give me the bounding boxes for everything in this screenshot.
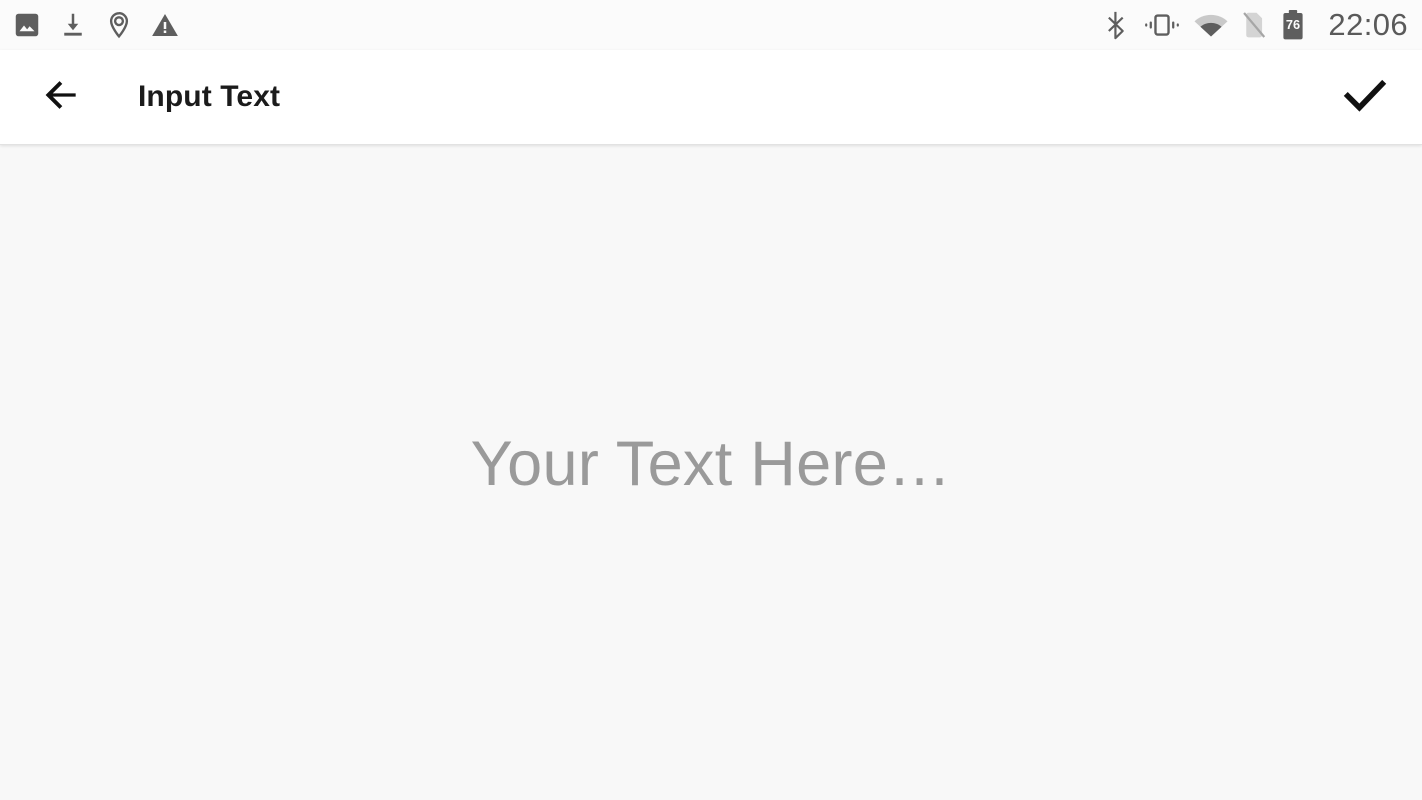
- page-title: Input Text: [138, 80, 281, 113]
- status-bar-clock: 22:06: [1328, 7, 1408, 42]
- battery-level-text: 76: [1286, 17, 1300, 32]
- warning-icon: [150, 10, 180, 40]
- download-icon: [58, 10, 88, 40]
- status-bar: 76 22:06: [0, 0, 1422, 50]
- vibrate-icon: [1143, 10, 1181, 40]
- status-bar-system-icons: 76 22:06: [1102, 7, 1408, 43]
- text-input-field[interactable]: Your Text Here…: [0, 145, 1422, 800]
- no-sim-icon: [1241, 10, 1267, 40]
- app-bar: Input Text: [0, 50, 1422, 145]
- location-pin-icon: [104, 10, 134, 40]
- status-bar-notification-icons: [12, 10, 180, 40]
- arrow-back-icon: [39, 73, 83, 122]
- content-area: Your Text Here…: [0, 145, 1422, 800]
- bluetooth-icon: [1102, 10, 1130, 40]
- app-screen: 76 22:06 Input Text Your Text Here…: [0, 0, 1422, 800]
- check-icon: [1337, 67, 1393, 128]
- battery-icon: 76: [1280, 9, 1306, 41]
- text-input-placeholder: Your Text Here…: [470, 429, 952, 499]
- back-button[interactable]: [32, 68, 90, 126]
- image-icon: [12, 10, 42, 40]
- confirm-button[interactable]: [1334, 66, 1396, 128]
- wifi-icon: [1194, 11, 1228, 39]
